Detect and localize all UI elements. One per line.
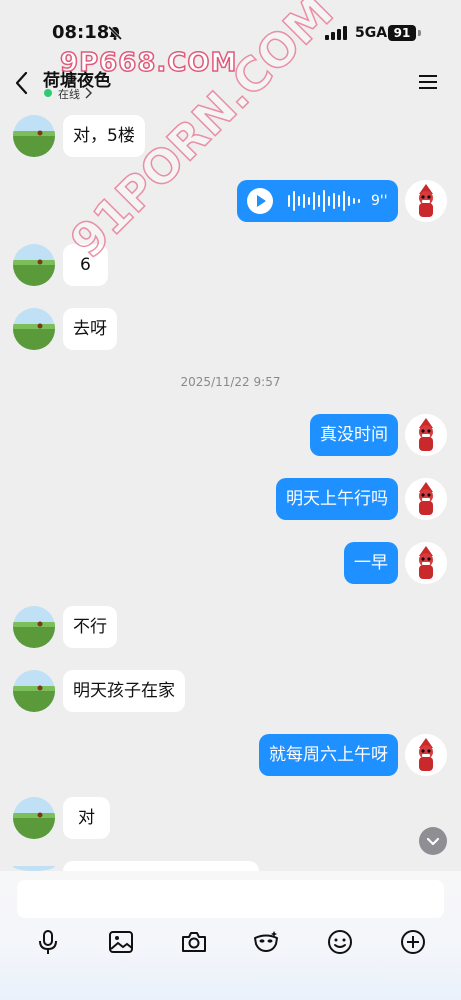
message-bubble-partial[interactable] — [63, 861, 259, 871]
voice-message-bubble[interactable]: 9'' — [237, 180, 398, 222]
avatar[interactable] — [405, 414, 447, 456]
contact-avatar-image — [13, 308, 55, 350]
scroll-down-button[interactable] — [419, 827, 447, 855]
own-avatar-image — [405, 180, 447, 222]
own-avatar-image — [405, 734, 447, 776]
message-input[interactable] — [17, 880, 444, 918]
chevron-down-icon — [426, 837, 440, 846]
watermark-logo: 9P668.COM — [59, 47, 238, 79]
avatar[interactable] — [13, 308, 55, 350]
message-bubble[interactable]: 明天上午行吗 — [276, 478, 398, 520]
camera-icon[interactable] — [180, 928, 208, 956]
own-avatar-image — [405, 542, 447, 584]
play-icon[interactable] — [247, 188, 273, 214]
message-bubble[interactable]: 去呀 — [63, 308, 117, 350]
mask-icon[interactable] — [252, 928, 280, 956]
message-bubble[interactable]: 一早 — [344, 542, 398, 584]
avatar[interactable] — [405, 542, 447, 584]
avatar[interactable] — [13, 670, 55, 712]
contact-avatar-image — [13, 244, 55, 286]
plus-icon[interactable] — [399, 928, 427, 956]
avatar[interactable] — [405, 180, 447, 222]
avatar[interactable] — [405, 734, 447, 776]
message-bubble[interactable]: 真没时间 — [310, 414, 398, 456]
avatar[interactable] — [13, 244, 55, 286]
menu-icon[interactable] — [418, 74, 438, 90]
message-timestamp: 2025/11/22 9:57 — [180, 375, 281, 389]
own-avatar-image — [405, 414, 447, 456]
contact-avatar-image — [13, 115, 55, 157]
message-bubble[interactable]: 对，5楼 — [63, 115, 145, 157]
chevron-right-icon[interactable] — [84, 87, 92, 99]
online-status-dot — [44, 89, 52, 97]
avatar[interactable] — [13, 115, 55, 157]
contact-avatar-image — [13, 670, 55, 712]
message-bubble[interactable]: 不行 — [63, 606, 117, 648]
online-status-label[interactable]: 在线 — [58, 86, 80, 102]
contact-avatar-image — [13, 797, 55, 839]
image-icon[interactable] — [107, 928, 135, 956]
voice-duration: 9'' — [371, 193, 388, 209]
microphone-icon[interactable] — [34, 928, 62, 956]
avatar[interactable] — [13, 861, 55, 871]
waveform-icon — [288, 190, 360, 212]
battery-indicator: 91 — [388, 25, 416, 41]
own-avatar-image — [405, 478, 447, 520]
emoji-icon[interactable] — [326, 928, 354, 956]
battery-tip — [418, 30, 421, 36]
message-bubble[interactable]: 就每周六上午呀 — [259, 734, 398, 776]
bell-muted-icon — [107, 25, 123, 41]
avatar[interactable] — [405, 478, 447, 520]
avatar[interactable] — [13, 606, 55, 648]
composer — [0, 871, 461, 1000]
status-time: 08:18 — [52, 22, 110, 43]
network-label: 5GA — [355, 25, 388, 41]
avatar[interactable] — [13, 797, 55, 839]
back-arrow-icon[interactable] — [12, 70, 32, 96]
message-bubble[interactable]: 明天孩子在家 — [63, 670, 185, 712]
contact-avatar-image — [13, 606, 55, 648]
message-bubble[interactable]: 对 — [63, 797, 110, 839]
